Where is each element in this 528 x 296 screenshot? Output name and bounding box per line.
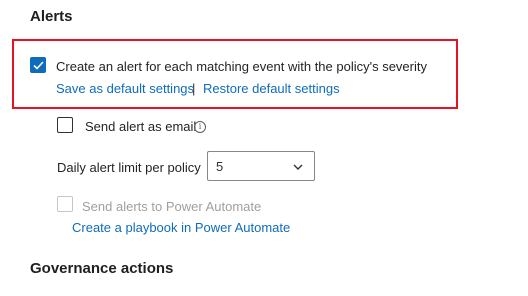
daily-limit-label: Daily alert limit per policy [57, 160, 201, 175]
governance-heading: Governance actions [30, 260, 174, 277]
chevron-down-icon [293, 164, 303, 170]
power-automate-label: Send alerts to Power Automate [82, 199, 262, 214]
send-email-label: Send alert as email [85, 119, 197, 134]
restore-default-link[interactable]: Restore default settings [203, 81, 340, 96]
link-separator: | [192, 81, 196, 96]
save-default-link[interactable]: Save as default settings [56, 81, 194, 96]
create-alert-label: Create an alert for each matching event … [56, 59, 427, 74]
power-automate-checkbox[interactable] [57, 196, 73, 212]
create-playbook-link[interactable]: Create a playbook in Power Automate [72, 220, 290, 235]
info-icon[interactable]: i [194, 121, 206, 133]
daily-limit-dropdown[interactable]: 5 [207, 151, 315, 181]
alerts-heading: Alerts [30, 8, 73, 25]
send-email-checkbox[interactable] [57, 117, 73, 133]
create-alert-checkbox[interactable] [30, 57, 46, 73]
highlight-box [12, 39, 458, 109]
daily-limit-value: 5 [216, 159, 224, 174]
checkmark-icon [33, 61, 44, 70]
